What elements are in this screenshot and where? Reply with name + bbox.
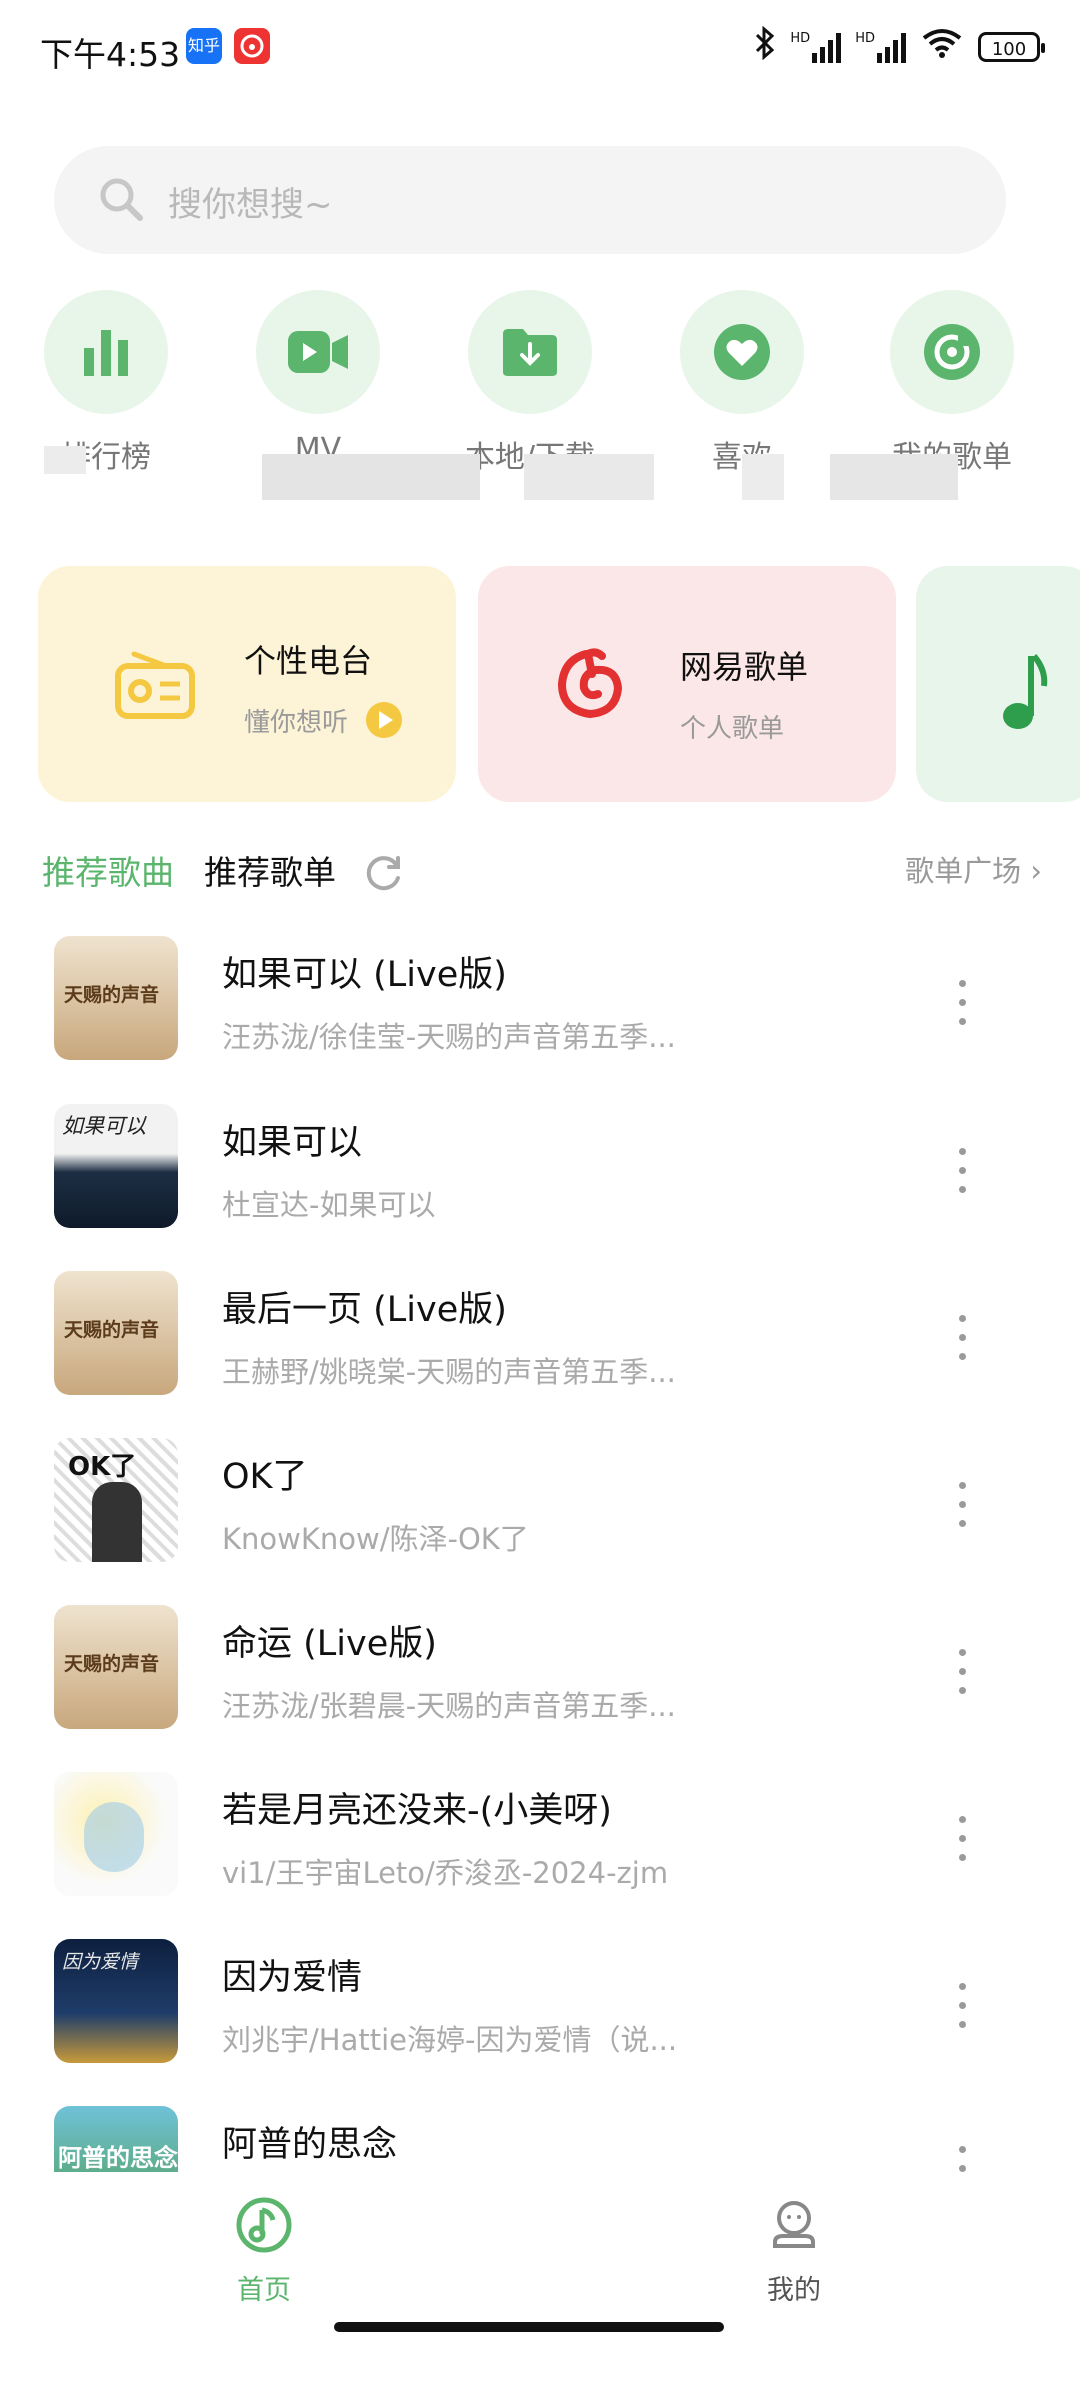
more-options-icon[interactable] (956, 1983, 968, 2035)
video-icon (288, 331, 348, 373)
refresh-icon[interactable] (364, 852, 404, 892)
profile-icon (773, 2201, 815, 2248)
quick-nav-like[interactable]: 喜欢 (662, 290, 822, 476)
music-note-icon (1003, 654, 1048, 729)
status-bar: 下午4:53 知乎 HD HD 100 (0, 0, 1080, 96)
radio-icon (115, 651, 195, 719)
song-artist: KnowKnow/陈泽-OK了 (222, 1522, 529, 1556)
song-row[interactable]: 因为爱情 因为爱情 刘兆宇/Hattie海婷-因为爱情（说... (0, 1939, 1080, 2079)
song-title: 如果可以 (Live版) (222, 955, 507, 995)
search-icon (100, 178, 143, 221)
card-title: 网易歌单 (680, 648, 809, 686)
playlist-plaza-link[interactable]: 歌单广场 › (905, 848, 1042, 890)
more-options-icon[interactable] (956, 1816, 968, 1868)
album-cover: 因为爱情 (54, 1939, 178, 2063)
tab-recommended-songs[interactable]: 推荐歌曲 (42, 846, 174, 894)
quick-nav-mv[interactable]: MV (238, 290, 398, 467)
signal-icon-2: HD (855, 31, 906, 63)
quick-nav-download[interactable]: 本地/下载 (450, 290, 610, 476)
netease-logo-icon (557, 648, 623, 719)
disc-icon (924, 324, 980, 380)
status-time: 下午4:53 (40, 35, 181, 74)
more-options-icon[interactable] (956, 1649, 968, 1701)
song-title: 命运 (Live版) (222, 1624, 437, 1664)
redaction-block (742, 454, 784, 500)
nav-home-label: 首页 (237, 2275, 291, 2306)
card-subtitle: 懂你想听 (244, 708, 349, 738)
chart-icon (84, 330, 128, 376)
search-placeholder: 搜你想搜~ (168, 185, 333, 225)
nav-mine[interactable]: 我的 (694, 2196, 894, 2307)
more-options-icon[interactable] (956, 980, 968, 1032)
nav-home[interactable]: 首页 (164, 2196, 364, 2307)
search-bar[interactable]: 搜你想搜~ (54, 146, 1006, 254)
song-artist: 汪苏泷/张碧晨-天赐的声音第五季... (222, 1689, 676, 1723)
redaction-block (830, 454, 958, 500)
song-artist: 杜宣达-如果可以 (222, 1188, 436, 1222)
quick-nav-my-playlist[interactable]: 我的歌单 (872, 290, 1032, 476)
wifi-icon (920, 26, 964, 67)
redaction-block (44, 446, 86, 474)
card-netease-playlist[interactable]: 网易歌单 个人歌单 (478, 566, 896, 802)
song-title: 最后一页 (Live版) (222, 1290, 507, 1330)
song-title: 若是月亮还没来-(小美呀) (222, 1791, 612, 1831)
zhihu-notification-icon: 知乎 (186, 28, 222, 64)
netease-notification-icon (234, 28, 270, 64)
song-artist: 刘兆宇/Hattie海婷-因为爱情（说... (222, 2023, 678, 2057)
home-music-icon (236, 2197, 292, 2253)
song-title: 阿普的思念 (222, 2125, 398, 2165)
album-cover: 天赐的声音 (54, 936, 178, 1060)
play-circle-icon[interactable] (364, 700, 404, 740)
song-row[interactable]: 若是月亮还没来-(小美呀) vi1/王宇宙Leto/乔浚丞-2024-zjm (0, 1772, 1080, 1912)
download-folder-icon (503, 329, 557, 376)
tab-recommended-playlists[interactable]: 推荐歌单 (204, 846, 336, 894)
quick-nav: 排行榜 MV 本地/下载 喜欢 我的歌单 (0, 290, 1080, 500)
song-row[interactable]: OK了 OK了 KnowKnow/陈泽-OK了 (0, 1438, 1080, 1578)
song-title: 因为爱情 (222, 1958, 363, 1998)
card-subtitle: 个人歌单 (680, 714, 785, 744)
card-partial[interactable] (916, 566, 1080, 802)
signal-icon-1: HD (790, 31, 842, 63)
song-row[interactable]: 天赐的声音 如果可以 (Live版) 汪苏泷/徐佳莹-天赐的声音第五季... (0, 936, 1080, 1076)
more-options-icon[interactable] (956, 1482, 968, 1534)
song-row[interactable]: 天赐的声音 命运 (Live版) 汪苏泷/张碧晨-天赐的声音第五季... (0, 1605, 1080, 1745)
song-row[interactable]: 阿普的思念 阿普的思念 (0, 2106, 1080, 2172)
album-cover: 天赐的声音 (54, 1271, 178, 1395)
home-indicator[interactable] (334, 2322, 724, 2332)
heart-icon (714, 324, 770, 380)
song-row[interactable]: 如果可以 如果可以 杜宣达-如果可以 (0, 1104, 1080, 1244)
chevron-right-icon: › (1030, 854, 1042, 888)
redaction-block (262, 454, 480, 500)
battery-icon: 100 (978, 31, 1045, 62)
bottom-nav: 首页 我的 (0, 2172, 1080, 2400)
redaction-block (524, 454, 654, 500)
more-options-icon[interactable] (956, 2146, 968, 2172)
song-title: OK了 (222, 1457, 308, 1497)
section-header: 推荐歌曲 推荐歌单 歌单广场 › (42, 846, 1042, 900)
bluetooth-icon (754, 25, 776, 67)
song-title: 如果可以 (222, 1123, 363, 1163)
nav-mine-label: 我的 (767, 2275, 821, 2306)
album-cover: 阿普的思念 (54, 2106, 178, 2172)
album-cover (54, 1772, 178, 1896)
card-personal-radio[interactable]: 个性电台 懂你想听 (38, 566, 456, 802)
song-artist: 汪苏泷/徐佳莹-天赐的声音第五季... (222, 1020, 676, 1054)
more-options-icon[interactable] (956, 1315, 968, 1367)
more-options-icon[interactable] (956, 1148, 968, 1200)
song-artist: vi1/王宇宙Leto/乔浚丞-2024-zjm (222, 1856, 669, 1890)
album-cover: 如果可以 (54, 1104, 178, 1228)
song-artist: 王赫野/姚晓棠-天赐的声音第五季... (222, 1355, 676, 1389)
card-title: 个性电台 (244, 642, 373, 680)
album-cover: 天赐的声音 (54, 1605, 178, 1729)
album-cover: OK了 (54, 1438, 178, 1562)
song-row[interactable]: 天赐的声音 最后一页 (Live版) 王赫野/姚晓棠-天赐的声音第五季... (0, 1271, 1080, 1411)
